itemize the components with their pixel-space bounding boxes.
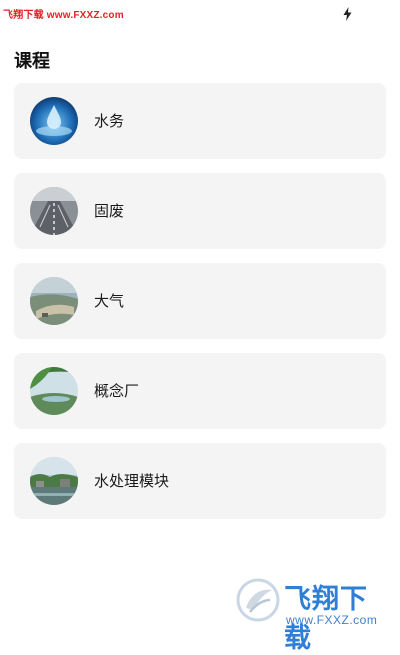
water-drop-thumbnail bbox=[30, 97, 78, 145]
road-thumbnail bbox=[30, 187, 78, 235]
watermark-logo-icon bbox=[236, 578, 280, 622]
course-item-water-treatment[interactable]: 水处理模块 bbox=[14, 443, 386, 519]
course-item-solid-waste[interactable]: 固废 bbox=[14, 173, 386, 249]
aerial-landscape-thumbnail bbox=[30, 277, 78, 325]
plant-landscape-thumbnail bbox=[30, 367, 78, 415]
watermark-logo: 飞翔下载 www.FXXZ.com bbox=[234, 574, 394, 654]
course-item-concept-plant[interactable]: 概念厂 bbox=[14, 353, 386, 429]
course-label: 概念厂 bbox=[94, 382, 140, 400]
course-label: 固废 bbox=[94, 202, 125, 220]
course-item-atmosphere[interactable]: 大气 bbox=[14, 263, 386, 339]
lightning-icon bbox=[343, 7, 352, 21]
watermark-url: www.FXXZ.com bbox=[286, 613, 378, 627]
course-label: 大气 bbox=[94, 292, 125, 310]
status-bar: 飞翔下载 www.FXXZ.com bbox=[0, 0, 400, 28]
facility-thumbnail bbox=[30, 457, 78, 505]
page-title: 课程 bbox=[14, 51, 50, 72]
watermark-text: 飞翔下载 www.FXXZ.com bbox=[3, 10, 124, 21]
course-label: 水处理模块 bbox=[94, 472, 170, 490]
course-item-water[interactable]: 水务 bbox=[14, 83, 386, 159]
course-label: 水务 bbox=[94, 112, 125, 130]
